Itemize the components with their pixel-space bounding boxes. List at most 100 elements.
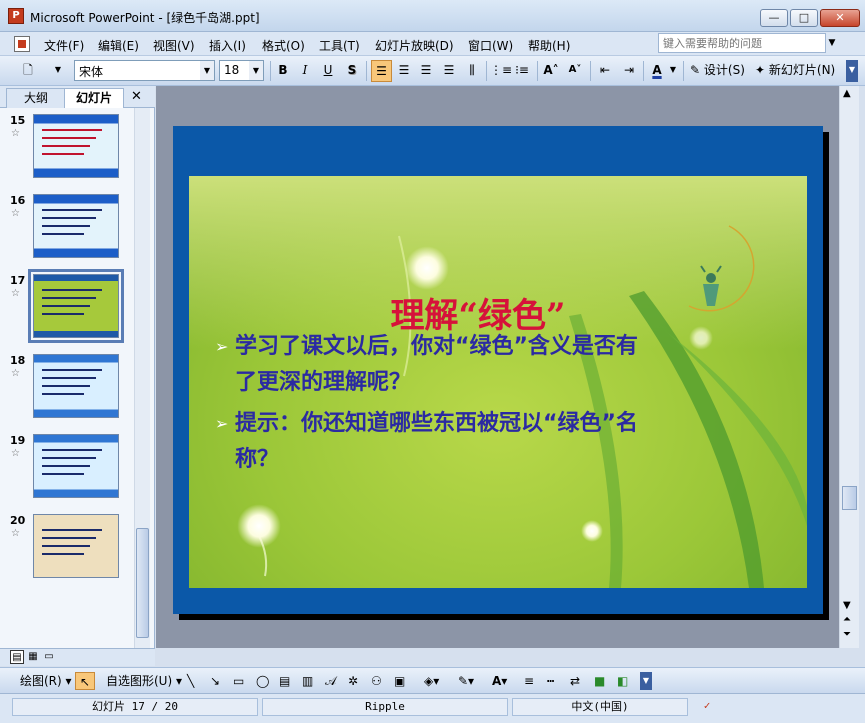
scrollbar-thumb[interactable] bbox=[136, 528, 149, 638]
numbering-icon[interactable]: ⋮≡ bbox=[490, 60, 512, 82]
new-slide-button[interactable]: ✦ 新幻灯片(N) bbox=[755, 60, 843, 82]
align-right-icon[interactable]: ☰ bbox=[417, 60, 435, 82]
close-icon[interactable]: ✕ bbox=[131, 89, 142, 104]
menu-format[interactable]: 格式(O) bbox=[262, 37, 305, 54]
spell-check-icon[interactable]: ✓ bbox=[692, 698, 722, 716]
chevron-down-icon[interactable]: ▼ bbox=[200, 61, 214, 80]
arrow-style-icon[interactable]: ⇄ bbox=[570, 672, 580, 690]
close-button[interactable]: ✕ bbox=[820, 9, 860, 27]
slide-thumbnail[interactable] bbox=[33, 194, 119, 258]
tab-outline[interactable]: 大纲 bbox=[6, 88, 66, 108]
line-color-icon[interactable]: ✎▾ bbox=[458, 672, 474, 690]
font-color-button[interactable]: A bbox=[648, 60, 666, 82]
picture-icon[interactable]: ▣ bbox=[394, 672, 405, 690]
diagram-icon[interactable]: ✲ bbox=[348, 672, 358, 690]
menu-edit[interactable]: 编辑(E) bbox=[98, 37, 139, 54]
wordart-icon[interactable]: 𝒜 bbox=[325, 672, 336, 690]
font-color-icon[interactable]: A▾ bbox=[492, 672, 507, 690]
bold-button[interactable]: B bbox=[274, 60, 292, 82]
thumbnail-text-line bbox=[42, 545, 90, 547]
menu-view[interactable]: 视图(V) bbox=[153, 37, 195, 54]
toolbar-options-icon[interactable]: ▼ bbox=[52, 60, 64, 82]
distribute-icon[interactable]: ⫼ bbox=[463, 60, 481, 82]
menu-file[interactable]: 文件(F) bbox=[44, 37, 84, 54]
design-button[interactable]: ✎ 设计(S) bbox=[690, 60, 750, 82]
toolbar-options-icon[interactable]: ▼ bbox=[640, 672, 652, 690]
slide-bullet-2[interactable]: ➢ 提示：你还知道哪些东西被冠以“绿色”名称？ bbox=[215, 406, 655, 478]
powerpoint-icon[interactable]: P bbox=[8, 8, 24, 24]
menu-tools[interactable]: 工具(T) bbox=[319, 37, 360, 54]
dash-style-icon[interactable]: ┅ bbox=[547, 672, 554, 690]
previous-slide-icon[interactable]: ⏶ bbox=[843, 614, 851, 625]
chevron-down-icon[interactable]: ▼ bbox=[826, 36, 838, 50]
normal-view-icon[interactable]: ▤ bbox=[10, 650, 24, 664]
grow-font-button[interactable]: A˄ bbox=[541, 60, 561, 82]
slides-pane: 大纲 幻灯片 ✕ 15 ☆ 16 ☆ 17 ☆ 18 ☆ 19 ☆ 20 ☆ bbox=[0, 86, 155, 648]
pane-tabs: 大纲 幻灯片 ✕ bbox=[0, 86, 155, 108]
slide-thumbnail[interactable] bbox=[33, 434, 119, 498]
vertical-scrollbar[interactable]: ▲ ▼ ⏶ ⏷ bbox=[839, 86, 859, 648]
shadow-style-icon[interactable]: ■ bbox=[594, 672, 605, 690]
document-icon[interactable] bbox=[14, 36, 30, 52]
draw-menu-button[interactable]: 绘图(R) ▾ bbox=[20, 672, 72, 690]
glow-orb bbox=[689, 326, 713, 350]
slide-thumbnail[interactable] bbox=[33, 514, 119, 578]
increase-indent-icon[interactable]: ⇥ bbox=[620, 60, 638, 82]
scroll-up-icon[interactable]: ▲ bbox=[843, 88, 851, 99]
slideshow-icon[interactable]: ▭ bbox=[42, 650, 56, 664]
maximize-button[interactable]: □ bbox=[790, 9, 818, 27]
animation-star-icon: ☆ bbox=[11, 368, 20, 379]
line-tool-icon[interactable]: ╲ bbox=[187, 672, 194, 690]
underline-button[interactable]: U bbox=[319, 60, 337, 82]
clipart-icon[interactable]: ⚇ bbox=[371, 672, 382, 690]
slide-thumbnail[interactable] bbox=[33, 114, 119, 178]
tab-slides[interactable]: 幻灯片 bbox=[64, 88, 124, 108]
italic-button[interactable]: I bbox=[296, 60, 314, 82]
align-center-icon[interactable]: ☰ bbox=[395, 60, 413, 82]
new-document-icon[interactable]: 🗋 bbox=[18, 60, 38, 82]
shadow-button[interactable]: S bbox=[343, 60, 361, 82]
select-objects-icon[interactable]: ↖ bbox=[75, 672, 95, 690]
menu-window[interactable]: 窗口(W) bbox=[468, 37, 513, 54]
align-left-icon[interactable]: ☰ bbox=[371, 60, 392, 82]
slide-thumbnail[interactable] bbox=[28, 269, 124, 343]
line-style-icon[interactable]: ≡ bbox=[524, 672, 534, 690]
slide-bullet-1[interactable]: ➢ 学习了课文以后，你对“绿色”含义是否有了更深的理解呢？ bbox=[215, 329, 655, 401]
font-size-select[interactable]: 18 ▼ bbox=[219, 60, 264, 81]
pane-scrollbar[interactable] bbox=[134, 108, 150, 648]
menu-insert[interactable]: 插入(I) bbox=[209, 37, 246, 54]
chevron-down-icon[interactable]: ▼ bbox=[668, 60, 678, 82]
shrink-font-button[interactable]: A˅ bbox=[565, 60, 585, 82]
menu-help[interactable]: 帮助(H) bbox=[528, 37, 570, 54]
scrollbar-thumb[interactable] bbox=[842, 486, 857, 510]
slide-sorter-icon[interactable]: ▦ bbox=[26, 650, 40, 664]
next-slide-icon[interactable]: ⏷ bbox=[843, 629, 851, 640]
autoshapes-menu-button[interactable]: 自选图形(U) ▾ bbox=[106, 672, 182, 690]
toolbar-options-icon[interactable]: ▼ bbox=[846, 60, 858, 82]
decrease-indent-icon[interactable]: ⇤ bbox=[596, 60, 614, 82]
arrow-tool-icon[interactable]: ↘ bbox=[210, 672, 220, 690]
menu-slideshow[interactable]: 幻灯片放映(D) bbox=[375, 37, 454, 54]
slide-canvas[interactable]: 理解“绿色” ➢ 学习了课文以后，你对“绿色”含义是否有了更深的理解呢？ ➢ 提… bbox=[173, 126, 823, 614]
vertical-textbox-icon[interactable]: ▥ bbox=[302, 672, 313, 690]
new-slide-label: 新幻灯片(N) bbox=[768, 63, 836, 77]
bullets-icon[interactable]: ⁝≡ bbox=[513, 60, 531, 82]
slide-thumbnail[interactable] bbox=[33, 354, 119, 418]
help-search-input[interactable] bbox=[659, 34, 825, 52]
font-select[interactable]: 宋体 ▼ bbox=[74, 60, 215, 81]
scroll-down-icon[interactable]: ▼ bbox=[843, 600, 851, 611]
minimize-button[interactable]: — bbox=[760, 9, 788, 27]
justify-icon[interactable]: ☰ bbox=[440, 60, 458, 82]
title-bar: P Microsoft PowerPoint - [绿色千岛湖.ppt] — □… bbox=[0, 0, 865, 32]
textbox-tool-icon[interactable]: ▤ bbox=[279, 672, 290, 690]
3d-style-icon[interactable]: ◧ bbox=[617, 672, 628, 690]
rectangle-tool-icon[interactable]: ▭ bbox=[233, 672, 244, 690]
oval-tool-icon[interactable]: ◯ bbox=[256, 672, 269, 690]
chevron-down-icon[interactable]: ▼ bbox=[249, 61, 263, 80]
slide-number: 18 bbox=[10, 354, 26, 367]
fill-color-icon[interactable]: ◈▾ bbox=[424, 672, 439, 690]
animation-star-icon: ☆ bbox=[11, 208, 20, 219]
draw-label: 绘图(R) bbox=[20, 674, 62, 688]
divider bbox=[537, 61, 538, 81]
thumbnail-text-line bbox=[42, 305, 90, 307]
